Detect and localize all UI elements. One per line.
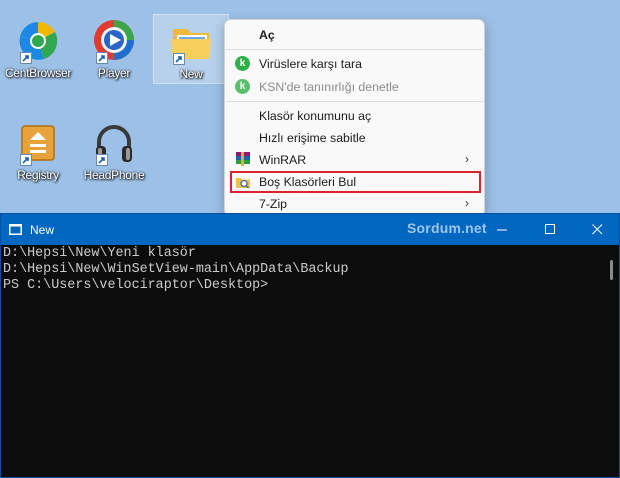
menu-item-label: 7-Zip bbox=[259, 196, 288, 211]
title-bar[interactable]: New Sordum.net bbox=[1, 214, 619, 245]
close-button[interactable] bbox=[574, 214, 620, 245]
console-output[interactable]: D:\Hepsi\New\Yeni klasör D:\Hepsi\New\Wi… bbox=[1, 245, 619, 477]
console-window: New Sordum.net D:\Hepsi\New\Yeni klasör … bbox=[0, 213, 620, 478]
chevron-right-icon: › bbox=[465, 196, 469, 210]
menu-item-7zip[interactable]: 7-Zip › bbox=[231, 193, 478, 214]
registry-icon bbox=[14, 120, 62, 166]
menu-item-open[interactable]: Aç bbox=[231, 24, 478, 45]
desktop-icon-label: Player bbox=[97, 66, 131, 80]
menu-item-label: KSN'de tanınırlığı denetle bbox=[259, 79, 399, 94]
desktop-icon-registry[interactable]: Registry bbox=[1, 116, 75, 184]
menu-item-find-empty-folders[interactable]: Boş Klasörleri Bul bbox=[230, 171, 481, 193]
chevron-right-icon: › bbox=[465, 152, 469, 166]
desktop-icon-player[interactable]: Player bbox=[77, 14, 151, 82]
menu-item-scan-viruses[interactable]: k Virüslere karşı tara bbox=[231, 53, 478, 74]
kaspersky-icon: k bbox=[235, 56, 250, 71]
menu-item-label: Aç bbox=[259, 27, 275, 42]
shortcut-arrow-icon bbox=[20, 154, 32, 166]
desktop-icon-new-folder[interactable]: New bbox=[153, 14, 229, 84]
desktop-icon-label: Registry bbox=[17, 168, 59, 182]
menu-item-label: Virüslere karşı tara bbox=[259, 56, 362, 71]
minimize-button[interactable] bbox=[479, 214, 525, 245]
menu-item-label: Klasör konumunu aç bbox=[259, 108, 372, 123]
menu-item-label: Boş Klasörleri Bul bbox=[259, 175, 357, 189]
menu-item-winrar[interactable]: WinRAR › bbox=[231, 149, 478, 170]
console-line: D:\Hepsi\New\Yeni klasör bbox=[3, 246, 196, 261]
desktop-icon-centbrowser[interactable]: CentBrowser bbox=[1, 14, 75, 82]
winrar-icon bbox=[235, 152, 250, 167]
console-line: D:\Hepsi\New\WinSetView-main\AppData\Bac… bbox=[3, 262, 349, 277]
menu-item-label: Hızlı erişime sabitle bbox=[259, 130, 366, 145]
shortcut-arrow-icon bbox=[96, 154, 108, 166]
menu-separator bbox=[226, 49, 483, 50]
media-player-icon bbox=[90, 18, 138, 64]
context-menu: Aç k Virüslere karşı tara k KSN'de tanın… bbox=[224, 19, 485, 217]
menu-separator bbox=[226, 101, 483, 102]
desktop-icon-label: HeadPhone bbox=[83, 168, 145, 182]
maximize-button[interactable] bbox=[527, 214, 573, 245]
centbrowser-icon bbox=[14, 18, 62, 64]
shortcut-arrow-icon bbox=[173, 53, 185, 65]
shortcut-arrow-icon bbox=[20, 52, 32, 64]
terminal-window-icon bbox=[9, 224, 22, 235]
scrollbar-thumb[interactable] bbox=[610, 260, 613, 280]
folder-search-icon bbox=[235, 175, 250, 190]
watermark: Sordum.net bbox=[407, 220, 487, 236]
console-prompt: PS C:\Users\velociraptor\Desktop> bbox=[3, 278, 269, 293]
menu-item-ksn-check: k KSN'de tanınırlığı denetle bbox=[231, 76, 478, 97]
shortcut-arrow-icon bbox=[96, 52, 108, 64]
folder-icon bbox=[167, 19, 215, 65]
desktop-icon-label: CentBrowser bbox=[4, 66, 72, 80]
window-title: New bbox=[30, 223, 55, 237]
menu-item-label: WinRAR bbox=[259, 152, 307, 167]
menu-item-open-location[interactable]: Klasör konumunu aç bbox=[231, 105, 478, 126]
desktop-icon-headphone[interactable]: HeadPhone bbox=[77, 116, 151, 184]
menu-item-pin-quick-access[interactable]: Hızlı erişime sabitle bbox=[231, 127, 478, 148]
desktop-icon-label: New bbox=[179, 67, 203, 81]
kaspersky-icon: k bbox=[235, 79, 250, 94]
headphone-icon bbox=[90, 120, 138, 166]
